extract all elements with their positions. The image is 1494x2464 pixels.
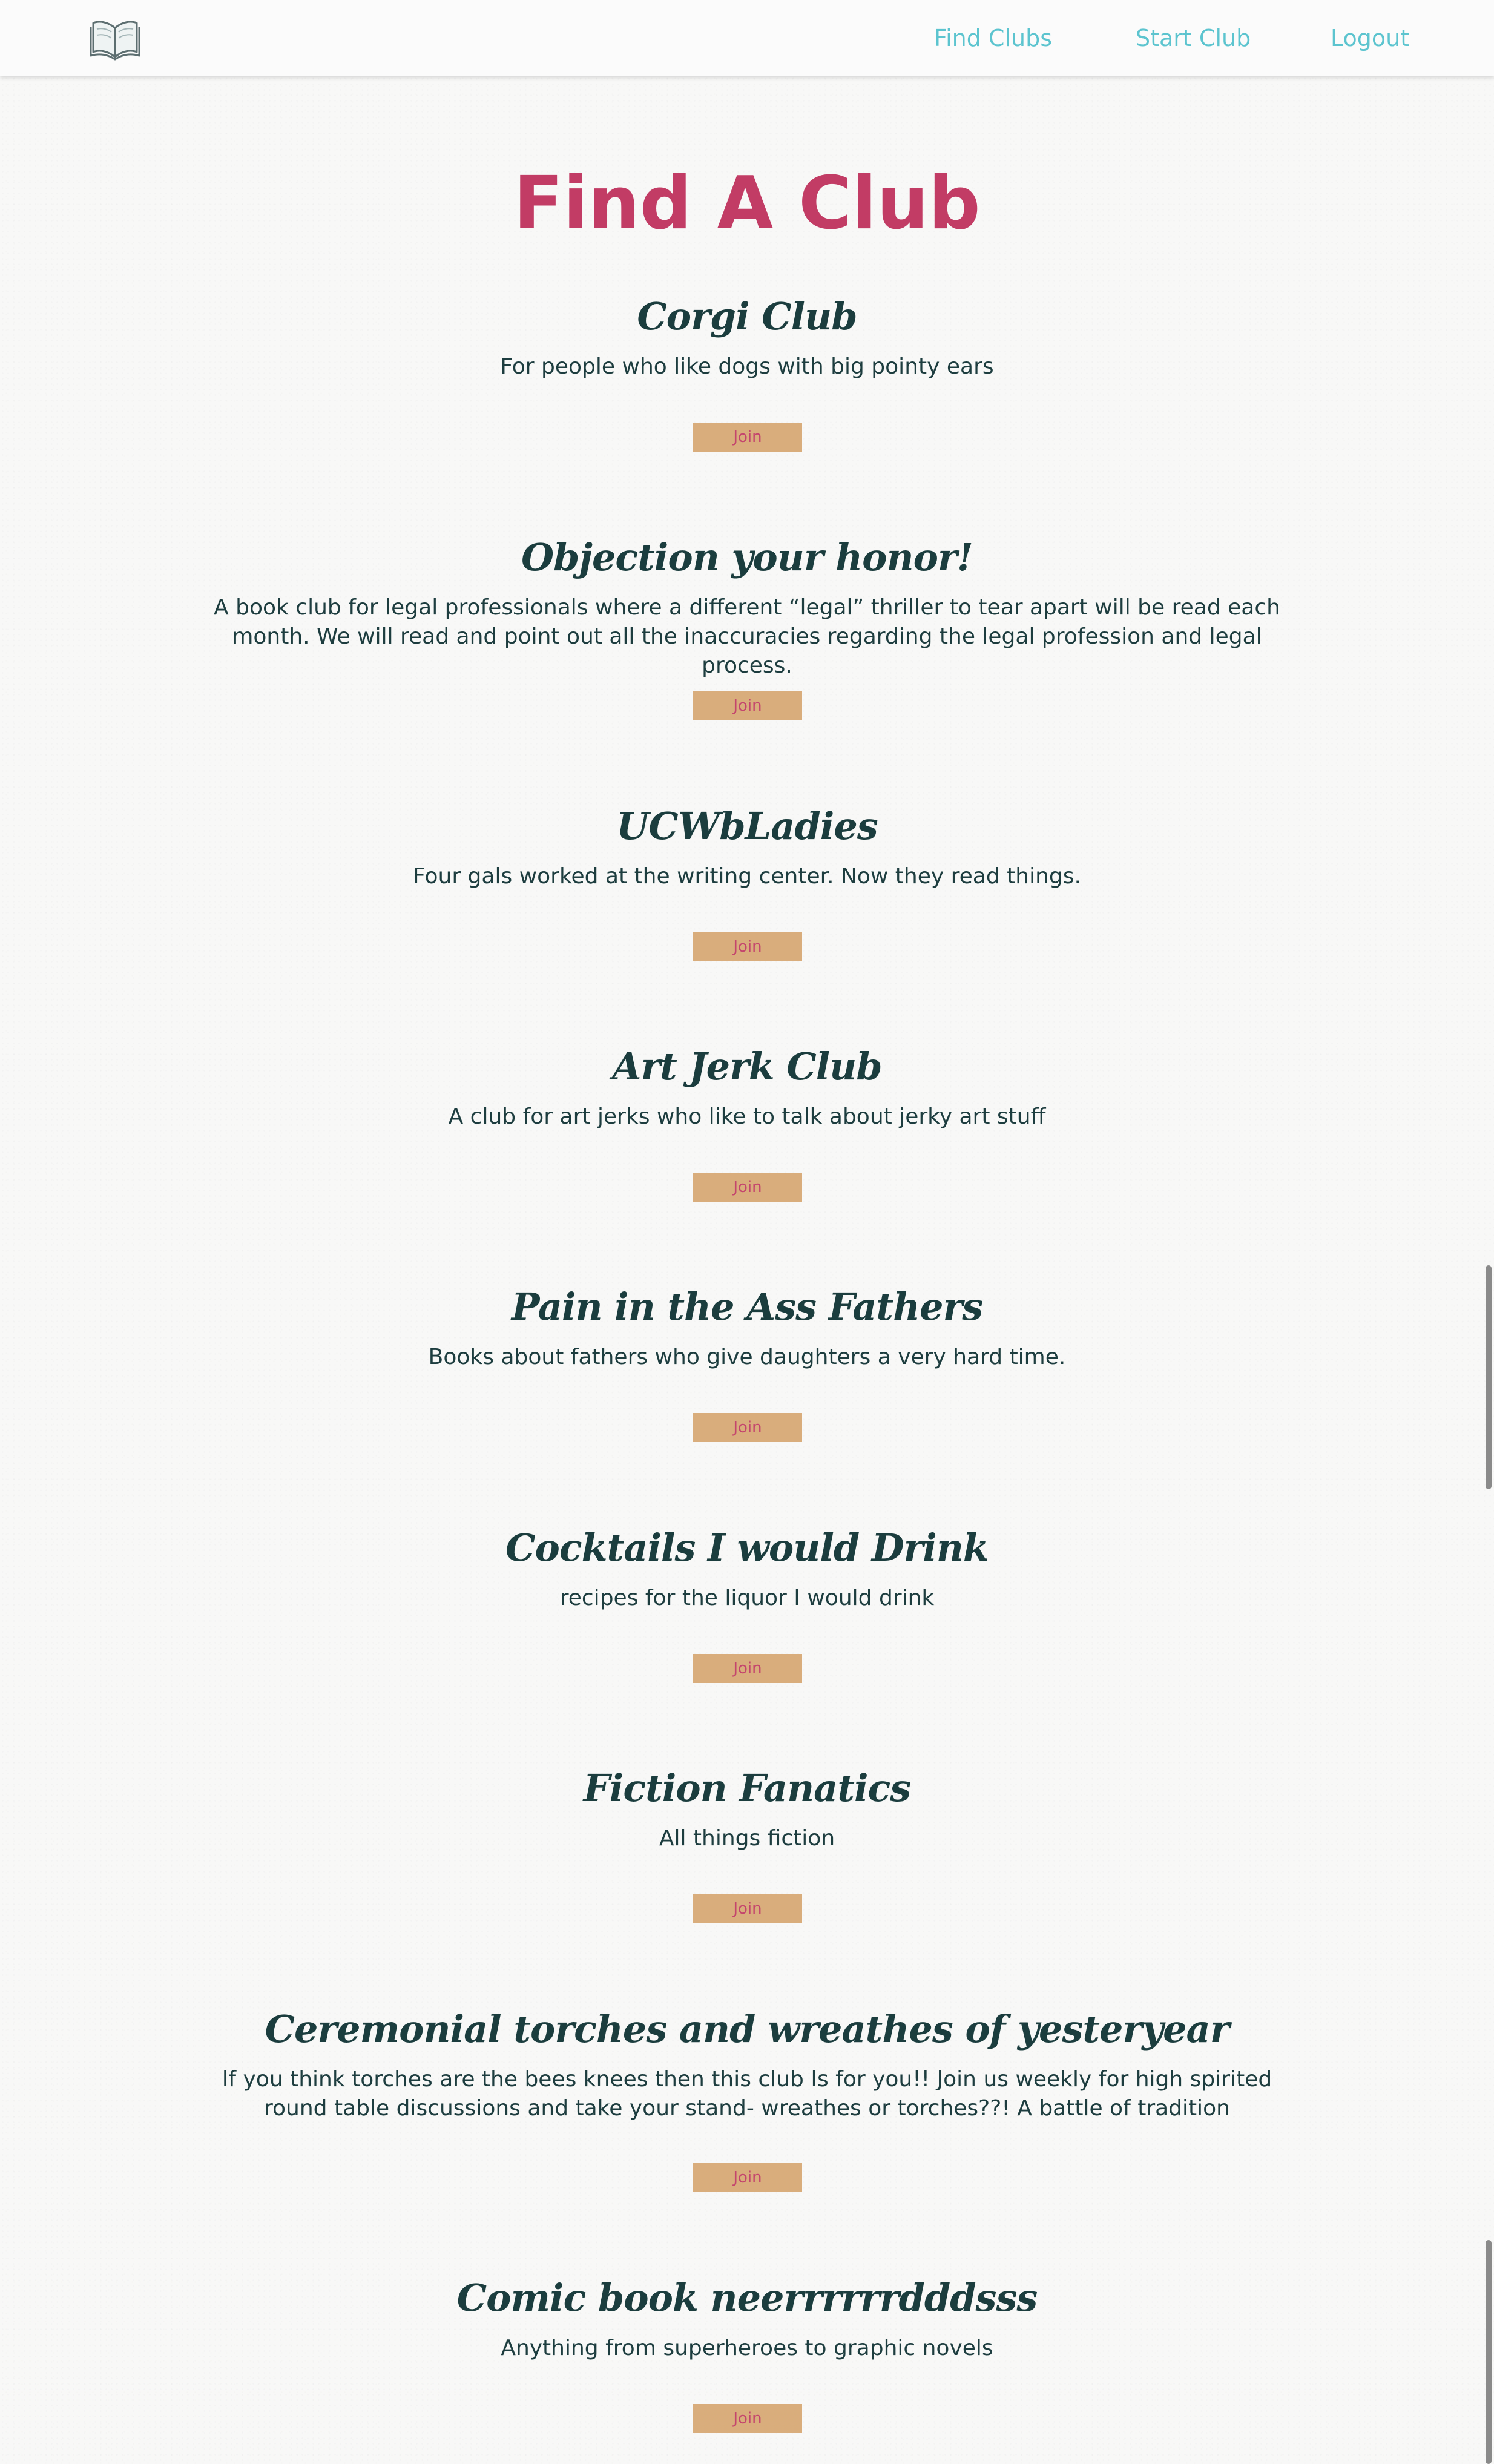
page-title: Find A Club	[513, 162, 981, 246]
club-description: For people who like dogs with big pointy…	[500, 354, 994, 379]
club-name: Corgi Club	[637, 294, 857, 338]
join-button[interactable]: Join	[693, 1654, 802, 1683]
club-card: Corgi Club For people who like dogs with…	[0, 289, 1494, 452]
club-card: UCWbLadies Four gals worked at the writi…	[0, 799, 1494, 961]
club-name: Comic book neerrrrrrdddsss	[456, 2276, 1038, 2320]
nav-start-club-link[interactable]: Start Club	[1136, 18, 1251, 58]
club-name: Pain in the Ass Fathers	[511, 1285, 983, 1329]
page-scrollbar[interactable]	[1483, 76, 1494, 2464]
join-button[interactable]: Join	[693, 1894, 802, 1923]
club-description: A club for art jerks who like to talk ab…	[448, 1104, 1046, 1129]
scrollbar-thumb[interactable]	[1486, 1265, 1492, 1489]
top-navbar: Find Clubs Start Club Logout	[0, 0, 1494, 76]
club-name: Cocktails I would Drink	[505, 1526, 989, 1570]
club-name: UCWbLadies	[616, 804, 878, 848]
club-card: Objection your honor! A book club for le…	[0, 530, 1494, 720]
club-description: Four gals worked at the writing center. …	[413, 864, 1081, 889]
club-name: Fiction Fanatics	[583, 1766, 911, 1810]
open-book-icon[interactable]	[90, 17, 140, 61]
join-button[interactable]: Join	[693, 691, 802, 720]
join-button[interactable]: Join	[693, 2404, 802, 2433]
club-card: Art Jerk Club A club for art jerks who l…	[0, 1039, 1494, 1202]
join-button[interactable]: Join	[693, 1173, 802, 1202]
club-description: If you think torches are the bees knees …	[222, 2067, 1272, 2121]
club-card: Pain in the Ass Fathers Books about fath…	[0, 1280, 1494, 1442]
club-description: All things fiction	[659, 1826, 835, 1851]
join-button[interactable]: Join	[693, 2163, 802, 2192]
club-name: Art Jerk Club	[612, 1044, 882, 1089]
join-button[interactable]: Join	[693, 932, 802, 961]
join-button[interactable]: Join	[693, 423, 802, 452]
nav-logout-link[interactable]: Logout	[1331, 18, 1409, 58]
club-description: A book club for legal professionals wher…	[214, 595, 1280, 678]
scrollbar-thumb-secondary[interactable]	[1486, 2240, 1492, 2464]
nav-find-clubs-link[interactable]: Find Clubs	[934, 18, 1052, 58]
club-card: Fiction Fanatics All things fiction Join	[0, 1761, 1494, 1923]
join-button[interactable]: Join	[693, 1413, 802, 1442]
club-card: Cocktails I would Drink recipes for the …	[0, 1521, 1494, 1683]
club-description: Books about fathers who give daughters a…	[428, 1345, 1066, 1369]
club-card: Comic book neerrrrrrdddsss Anything from…	[0, 2271, 1494, 2433]
club-name: Ceremonial torches and wreathes of yeste…	[265, 2007, 1230, 2051]
club-name: Objection your honor!	[521, 535, 973, 579]
club-card: Ceremonial torches and wreathes of yeste…	[0, 2002, 1494, 2192]
club-description: Anything from superheroes to graphic nov…	[501, 2336, 993, 2360]
club-description: recipes for the liquor I would drink	[559, 1586, 935, 1610]
